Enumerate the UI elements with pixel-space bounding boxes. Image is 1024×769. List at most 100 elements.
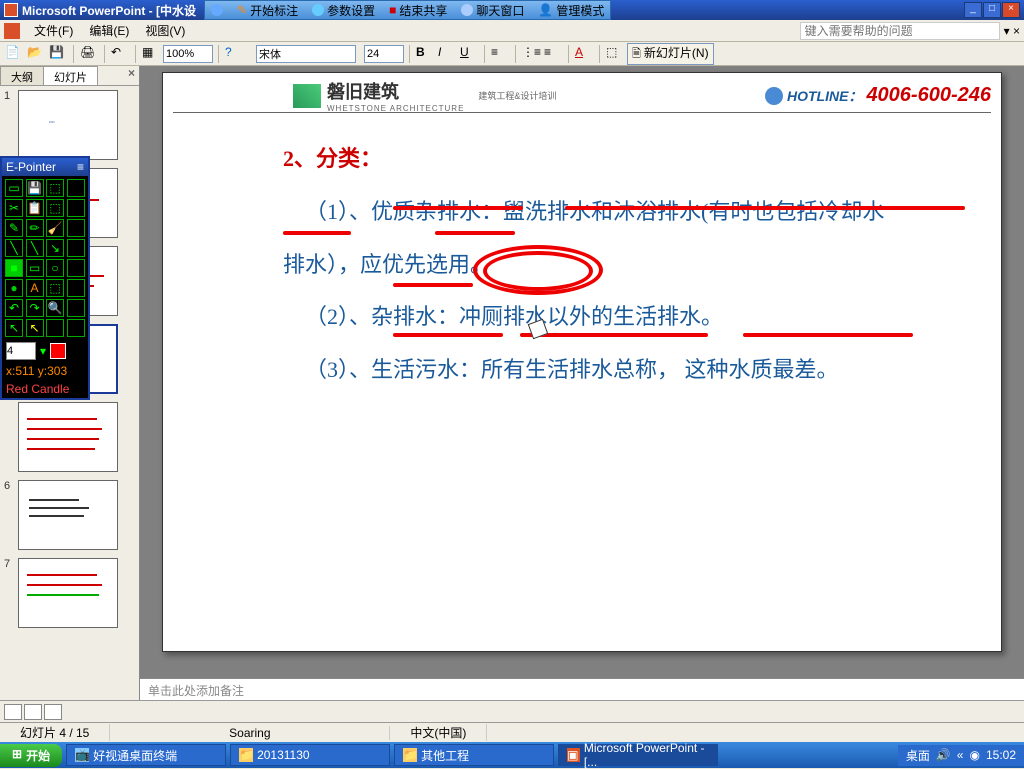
menu-file[interactable]: 文件(F) xyxy=(26,20,81,41)
panel-close[interactable]: × xyxy=(124,66,139,85)
ep-tool[interactable]: ↖ xyxy=(5,319,23,337)
table-button[interactable]: ▦ xyxy=(141,44,161,64)
ep-tool[interactable] xyxy=(67,219,85,237)
minimize-button[interactable]: _ xyxy=(964,2,982,18)
task-1[interactable]: 📺好视通桌面终端 xyxy=(66,744,226,766)
slideshow-button[interactable] xyxy=(44,704,62,720)
ep-tool[interactable]: A xyxy=(26,279,44,297)
annotation-underline xyxy=(393,333,503,337)
ep-tool[interactable]: ⬚ xyxy=(46,199,64,217)
epointer-titlebar[interactable]: E-Pointer≡ xyxy=(2,158,88,176)
ep-tool[interactable]: ↖ xyxy=(26,319,44,337)
ep-tool[interactable] xyxy=(67,259,85,277)
ep-tool[interactable]: ╲ xyxy=(5,239,23,257)
ep-tool[interactable] xyxy=(67,279,85,297)
maximize-button[interactable]: □ xyxy=(983,2,1001,18)
menu-edit[interactable]: 编辑(E) xyxy=(81,20,137,41)
ep-tool[interactable] xyxy=(67,179,85,197)
system-tray[interactable]: 桌面 🔊 « ◉ 15:02 xyxy=(898,745,1024,766)
task-3[interactable]: 📁其他工程 xyxy=(394,744,554,766)
powerpoint-icon[interactable] xyxy=(4,23,20,39)
ep-tool[interactable]: 🔍 xyxy=(46,299,64,317)
align-button[interactable]: ≡ xyxy=(490,44,510,64)
ep-coords: x:511 y:303 xyxy=(2,362,88,380)
ep-tool[interactable] xyxy=(46,319,64,337)
line-1: （1）、优质杂排水：盥洗排水和沐浴排水(有时也包括冷却水 xyxy=(283,186,971,239)
chat-window-button[interactable]: 聊天窗口 xyxy=(461,2,524,19)
newslide-button[interactable]: 🗎 新幻灯片(N) xyxy=(627,43,714,65)
close-button[interactable]: × xyxy=(1002,2,1020,18)
task-2[interactable]: 📁20131130 xyxy=(230,744,390,766)
ep-tool[interactable]: ╲ xyxy=(26,239,44,257)
sorter-view-button[interactable] xyxy=(24,704,42,720)
annotation-underline xyxy=(393,206,523,210)
start-annotate-button[interactable]: ✎开始标注 xyxy=(237,2,298,19)
task-4[interactable]: ▣Microsoft PowerPoint - [... xyxy=(558,744,718,766)
slide-view[interactable]: 磐旧建筑 WHETSTONE ARCHITECTURE 建筑工程&设计培训 HO… xyxy=(140,66,1024,678)
open-button[interactable]: 📂 xyxy=(26,44,46,64)
bold-button[interactable]: B xyxy=(415,44,435,64)
tab-outline[interactable]: 大纲 xyxy=(0,66,44,85)
ep-tool[interactable]: ● xyxy=(5,279,23,297)
ep-tool[interactable]: ⬚ xyxy=(46,279,64,297)
zoom-select[interactable] xyxy=(163,45,213,63)
ep-tool[interactable] xyxy=(67,199,85,217)
notes-area[interactable]: 单击此处添加备注 xyxy=(140,678,1024,700)
tray-expand-icon[interactable]: « xyxy=(957,748,964,762)
tab-slides[interactable]: 幻灯片 xyxy=(43,66,98,85)
normal-view-button[interactable] xyxy=(4,704,22,720)
ep-tool[interactable]: ▭ xyxy=(26,259,44,277)
ep-color-swatch[interactable] xyxy=(50,343,66,359)
thumb-7: 7 xyxy=(4,558,135,628)
underline-button[interactable]: U xyxy=(459,44,479,64)
ep-tool[interactable]: ✎ xyxy=(5,219,23,237)
desktop-label[interactable]: 桌面 xyxy=(906,747,930,764)
ep-tool[interactable]: ↷ xyxy=(26,299,44,317)
menu-view[interactable]: 视图(V) xyxy=(137,20,193,41)
ep-size-select[interactable] xyxy=(6,342,36,360)
help-input[interactable] xyxy=(800,22,1000,40)
param-settings-button[interactable]: 参数设置 xyxy=(312,2,375,19)
ep-tool[interactable]: ↘ xyxy=(46,239,64,257)
thumb-6: 6 xyxy=(4,480,135,550)
annotation-underline xyxy=(743,333,913,337)
help-dropdown[interactable]: ▾ × xyxy=(1004,24,1020,38)
ep-tool[interactable]: ✂ xyxy=(5,199,23,217)
italic-button[interactable]: I xyxy=(437,44,457,64)
undo-button[interactable]: ↶ xyxy=(110,44,130,64)
admin-mode-button[interactable]: 👤管理模式 xyxy=(538,2,604,19)
share-move-icon[interactable] xyxy=(211,4,223,16)
ep-tool[interactable] xyxy=(67,239,85,257)
new-button[interactable]: 📄 xyxy=(4,44,24,64)
tray-icon[interactable]: 🔊 xyxy=(936,748,951,762)
fontcolor-button[interactable]: A xyxy=(574,44,594,64)
ep-tool[interactable] xyxy=(67,299,85,317)
design-button[interactable]: ⬚ xyxy=(605,44,625,64)
epointer-minimize[interactable]: ≡ xyxy=(77,160,84,174)
ep-tool[interactable]: ○ xyxy=(46,259,64,277)
ep-tool[interactable]: ■ xyxy=(5,259,23,277)
ep-tool[interactable]: 📋 xyxy=(26,199,44,217)
epointer-window[interactable]: E-Pointer≡ ▭💾⬚ ✂📋⬚ ✎✏🧹 ╲╲↘ ■▭○ ●A⬚ ↶↷🔍 ↖… xyxy=(0,156,90,400)
save-button[interactable]: 💾 xyxy=(48,44,68,64)
ep-tool[interactable]: 💾 xyxy=(26,179,44,197)
tray-app-icon[interactable]: ◉ xyxy=(969,748,979,762)
ep-tool[interactable] xyxy=(67,319,85,337)
start-button[interactable]: ⊞开始 xyxy=(0,744,62,767)
fontsize-select[interactable] xyxy=(364,45,404,63)
canvas: 磐旧建筑 WHETSTONE ARCHITECTURE 建筑工程&设计培训 HO… xyxy=(140,66,1024,700)
print-button[interactable]: 🖨 xyxy=(79,44,99,64)
ep-tool[interactable]: 🧹 xyxy=(46,219,64,237)
clock[interactable]: 15:02 xyxy=(986,748,1016,762)
font-select[interactable] xyxy=(256,45,356,63)
help-button[interactable]: ? xyxy=(224,44,244,64)
numbering-button[interactable]: ≡ xyxy=(543,44,563,64)
standard-toolbar: 📄 📂 💾 🖨 ↶ ▦ ? B I U ≡ ⋮≡ ≡ A ⬚ 🗎 新幻灯片(N) xyxy=(0,42,1024,66)
ep-tool[interactable]: ⬚ xyxy=(46,179,64,197)
bullets-button[interactable]: ⋮≡ xyxy=(521,44,541,64)
ep-tool[interactable]: ▭ xyxy=(5,179,23,197)
ep-tool[interactable]: ↶ xyxy=(5,299,23,317)
windows-icon: ⊞ xyxy=(12,747,22,764)
ep-tool[interactable]: ✏ xyxy=(26,219,44,237)
end-share-button[interactable]: ■结束共享 xyxy=(389,2,447,19)
